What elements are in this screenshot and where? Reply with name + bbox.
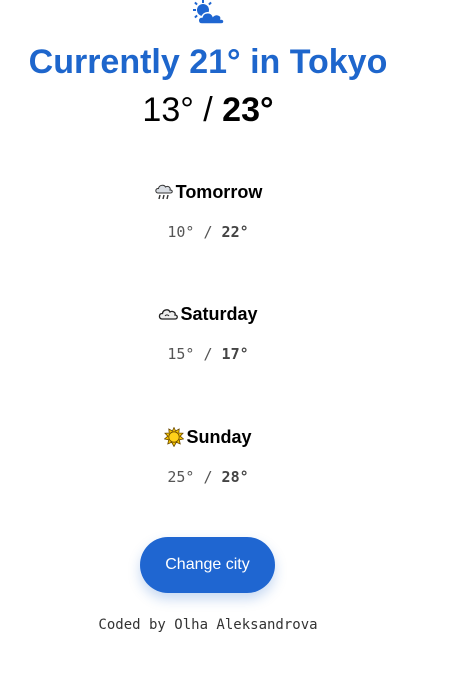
temp-separator: / [194, 468, 222, 486]
cloud-icon [159, 309, 179, 320]
forecast-day-saturday: Saturday 15° / 17° [0, 302, 416, 363]
forecast-day-tomorrow: Tomorrow 10° / 22° [0, 180, 416, 241]
forecast-temperature-range: 25° / 28° [0, 468, 416, 486]
forecast-day-header: Sunday [164, 425, 252, 449]
forecast-day-name: Saturday [180, 304, 258, 324]
forecast-max-temp: 28° [221, 468, 249, 486]
today-temperature-range: 13° / 23° [0, 90, 416, 130]
sun-behind-cloud-icon [193, 0, 225, 25]
today-max-temp: 23° [222, 91, 274, 129]
forecast-min-temp: 25° [167, 468, 195, 486]
forecast-min-temp: 10° [167, 223, 195, 241]
forecast-temperature-range: 10° / 22° [0, 223, 416, 241]
forecast-day-header: Tomorrow [154, 180, 263, 204]
forecast-max-temp: 17° [221, 345, 249, 363]
sun-icon [164, 427, 185, 447]
today-min-temp: 13° [142, 91, 194, 129]
forecast-min-temp: 15° [167, 345, 195, 363]
forecast-day-name: Tomorrow [175, 182, 263, 202]
temp-separator: / [194, 345, 222, 363]
cloud-with-rain-icon [154, 184, 173, 200]
forecast-day-header: Saturday [158, 302, 258, 326]
weather-app: Currently 21° in Tokyo 13° / 23° Tomorro… [0, 0, 468, 684]
forecast-day-name: Sunday [186, 427, 252, 447]
forecast-max-temp: 22° [221, 223, 249, 241]
forecast-temperature-range: 15° / 17° [0, 345, 416, 363]
page-title: Currently 21° in Tokyo [28, 43, 388, 81]
forecast-day-sunday: Sunday 25° / 28° [0, 425, 416, 486]
temp-separator: / [194, 223, 222, 241]
footer-credit: Coded by Olha Aleksandrova [98, 617, 318, 633]
change-city-button[interactable]: Change city [140, 537, 275, 593]
temp-separator: / [193, 91, 223, 129]
